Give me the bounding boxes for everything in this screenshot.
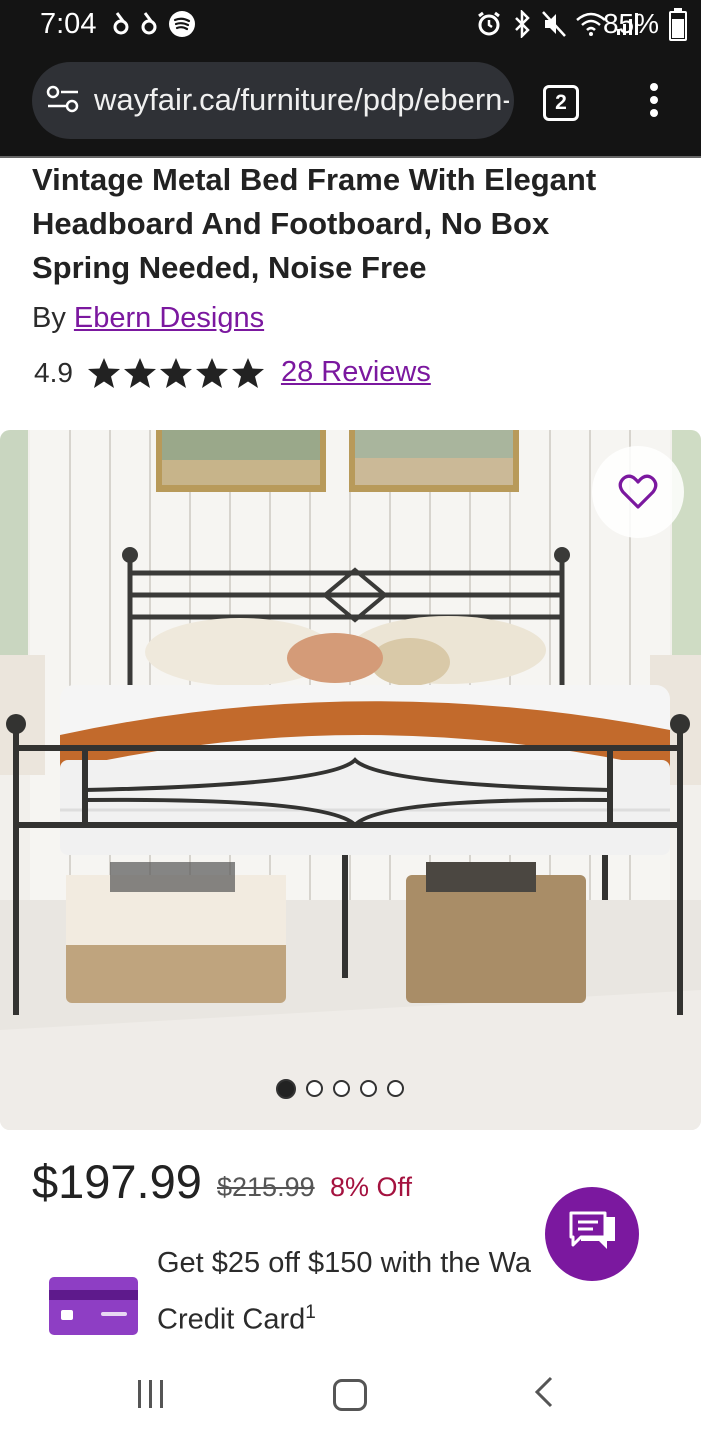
site-settings-icon[interactable] <box>46 84 80 114</box>
reviews-link[interactable]: 28 Reviews <box>281 356 431 389</box>
product-title: Vintage Metal Bed Frame With Elegant Hea… <box>32 162 597 285</box>
star-icon <box>87 357 120 388</box>
rating-row: 4.9 28 Reviews <box>34 356 431 389</box>
rating-value: 4.9 <box>34 356 73 388</box>
promo-line-1: Get $25 off $150 with the Wa <box>157 1247 532 1279</box>
carousel-dot[interactable] <box>276 1079 296 1099</box>
back-icon[interactable] <box>533 1376 555 1408</box>
brand-link[interactable]: Ebern Designs <box>74 302 264 334</box>
clock: 7:04 <box>40 8 97 40</box>
notification-icon <box>141 12 157 35</box>
by-label: By <box>32 302 66 334</box>
alarm-icon <box>478 11 500 36</box>
carousel-dot[interactable] <box>360 1080 377 1097</box>
brand-line: By Ebern Designs <box>32 302 264 335</box>
notification-icon <box>113 12 129 35</box>
original-price: $215.99 <box>217 1172 315 1202</box>
carousel-dot[interactable] <box>333 1080 350 1097</box>
spotify-icon <box>169 11 195 37</box>
rating-stars <box>87 357 265 389</box>
battery-icon <box>669 8 687 41</box>
url-text[interactable]: wayfair.ca/furniture/pdp/ebern-designs <box>94 82 509 118</box>
battery-percent: 85% <box>602 8 659 39</box>
promo-card-text: Credit Card <box>157 1303 306 1336</box>
mute-icon <box>542 11 566 37</box>
discount-label: 8% Off <box>330 1172 413 1202</box>
system-nav-bar <box>0 1346 701 1440</box>
star-icon <box>195 357 228 388</box>
promo-line-2: Credit Card1 <box>157 1288 577 1345</box>
recents-button[interactable] <box>138 1380 163 1408</box>
promo-footnote: 1 <box>305 1302 316 1323</box>
favorite-button[interactable] <box>592 446 684 538</box>
product-image-carousel[interactable] <box>0 430 701 1130</box>
heart-icon <box>618 474 658 509</box>
status-bar: 7:04 85% <box>0 0 701 50</box>
browser-toolbar: wayfair.ca/furniture/pdp/ebern-designs 2 <box>0 50 701 158</box>
notification-icons <box>112 10 196 38</box>
carousel-dot[interactable] <box>387 1080 404 1097</box>
star-icon <box>231 357 264 388</box>
carousel-dots[interactable] <box>276 1079 404 1099</box>
home-button[interactable] <box>333 1379 367 1411</box>
credit-card-icon <box>49 1277 138 1335</box>
address-bar[interactable]: wayfair.ca/furniture/pdp/ebern-designs <box>32 62 514 139</box>
sale-price: $197.99 <box>32 1155 202 1208</box>
star-icon <box>123 357 156 388</box>
product-image <box>0 430 701 1130</box>
tab-switcher-button[interactable]: 2 <box>543 85 579 121</box>
credit-card-promo: Get $25 off $150 with the Wa Credit Card… <box>157 1238 577 1345</box>
bluetooth-icon <box>515 10 530 38</box>
more-menu-icon[interactable] <box>650 83 660 122</box>
carousel-dot[interactable] <box>306 1080 323 1097</box>
star-icon <box>159 357 192 388</box>
